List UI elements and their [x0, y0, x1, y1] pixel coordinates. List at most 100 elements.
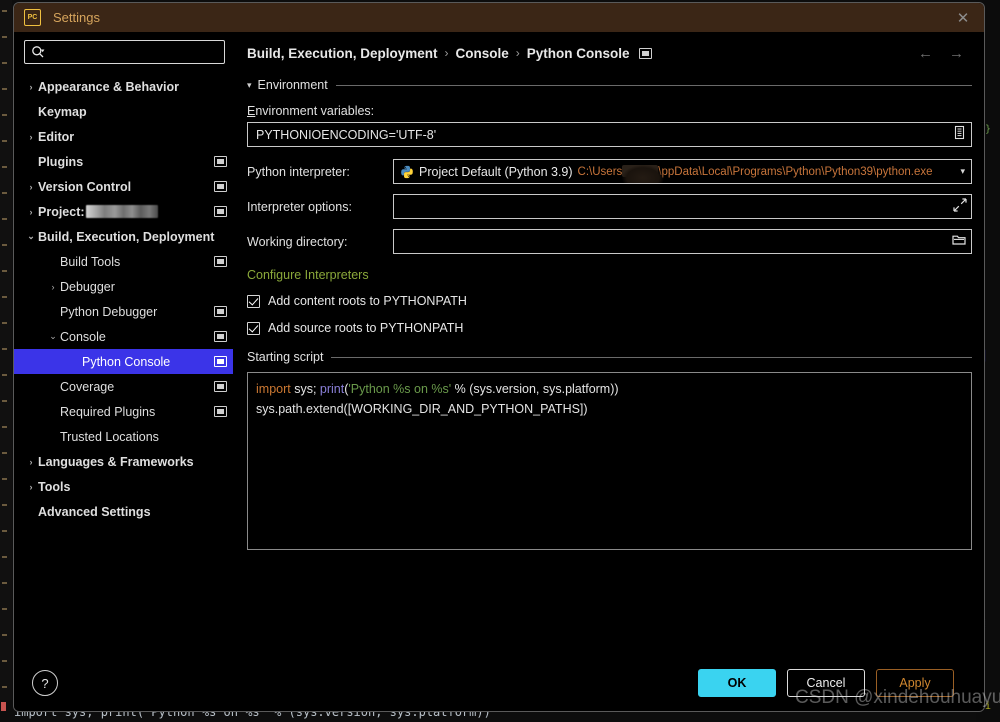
back-arrow-icon[interactable]: ← [918, 46, 933, 61]
environment-section-title: Environment [257, 78, 328, 92]
redacted-project-name [85, 205, 158, 218]
sidebar-item-plugins[interactable]: Plugins [14, 149, 233, 174]
settings-sidebar: › Appearance & Behavior Keymap › Editor Plugi… [14, 32, 233, 655]
chevron-right-icon[interactable]: › [46, 280, 60, 294]
ide-bottom-marker [0, 700, 14, 722]
code-plain: sys; [290, 382, 320, 396]
chevron-right-icon[interactable]: › [24, 180, 38, 194]
sidebar-item-label: Keymap [38, 104, 87, 119]
settings-dialog: PC Settings ✕ › Appearance & Behavior Ke… [13, 2, 985, 712]
environment-section-header[interactable]: ▾ Environment [247, 76, 972, 94]
interpreter-options-input[interactable] [393, 194, 972, 219]
chevron-down-icon[interactable]: ⌄ [24, 230, 38, 244]
forward-arrow-icon[interactable]: → [949, 46, 964, 61]
sidebar-item-label: Required Plugins [60, 404, 156, 419]
expand-icon[interactable] [953, 198, 967, 215]
list-edit-icon[interactable] [952, 125, 967, 145]
starting-script-header: Starting script [247, 348, 972, 366]
sidebar-item-console[interactable]: ⌄ Console [14, 324, 233, 349]
chevron-right-icon[interactable]: › [24, 205, 38, 219]
sidebar-item-label: Plugins [38, 154, 84, 169]
code-tail: % (sys.version, sys.platform)) [451, 382, 619, 396]
nav-arrows: ← → [918, 46, 972, 61]
sidebar-item-label: Build, Execution, Deployment [38, 229, 215, 244]
checkbox-add-content-roots-to-pythonpath[interactable]: Add content roots to PYTHONPATH [247, 294, 972, 308]
search-box[interactable] [24, 40, 225, 64]
starting-script-line-1: import sys; print('Python %s on %s' % (s… [256, 379, 963, 399]
sidebar-item-label: Build Tools [60, 254, 121, 269]
stored-in-project-icon [214, 156, 227, 167]
sidebar-item-coverage[interactable]: Coverage [14, 374, 233, 399]
breadcrumb-part-2[interactable]: Python Console [527, 46, 630, 61]
python-interpreter-label: Python interpreter: [247, 165, 393, 179]
env-vars-input[interactable]: PYTHONIOENCODING='UTF-8' [247, 122, 972, 147]
cancel-button[interactable]: Cancel [787, 669, 865, 697]
chevron-down-icon[interactable]: ⌄ [46, 330, 60, 344]
sidebar-item-version-control[interactable]: › Version Control [14, 174, 233, 199]
sidebar-item-languages-frameworks[interactable]: › Languages & Frameworks [14, 449, 233, 474]
search-input[interactable] [45, 44, 218, 60]
chevron-right-icon[interactable]: › [24, 480, 38, 494]
sidebar-item-build-execution-deployment[interactable]: ⌄ Build, Execution, Deployment [14, 224, 233, 249]
starting-script-title: Starting script [247, 350, 324, 364]
sidebar-item-build-tools[interactable]: Build Tools [14, 249, 233, 274]
apply-button[interactable]: Apply [876, 669, 954, 697]
sidebar-item-debugger[interactable]: › Debugger [14, 274, 233, 299]
sidebar-item-tools[interactable]: › Tools [14, 474, 233, 499]
breadcrumb: Build, Execution, Deployment › Console ›… [247, 42, 972, 64]
chevron-down-icon[interactable]: ▾ [954, 166, 965, 177]
stored-in-project-icon [214, 306, 227, 317]
sidebar-item-label: Python Console [82, 354, 171, 369]
sidebar-item-project[interactable]: › Project: [14, 199, 233, 224]
stored-in-project-icon [214, 381, 227, 392]
sidebar-item-appearance-behavior[interactable]: › Appearance & Behavior [14, 74, 233, 99]
checkbox-add-source-roots-to-pythonpath[interactable]: Add source roots to PYTHONPATH [247, 321, 972, 335]
python-interpreter-combo[interactable]: Project Default (Python 3.9) C:\Users \pp… [393, 159, 972, 184]
sidebar-item-label: Console [60, 329, 106, 344]
checkbox-input[interactable] [247, 294, 260, 308]
sidebar-item-python-console[interactable]: Python Console [14, 349, 233, 374]
env-vars-value: PYTHONIOENCODING='UTF-8' [256, 127, 437, 142]
chevron-right-icon[interactable]: › [24, 130, 38, 144]
breadcrumb-part-1[interactable]: Console [456, 46, 509, 61]
code-string: 'Python %s on %s' [348, 382, 452, 396]
pycharm-icon: PC [24, 9, 41, 26]
checkbox-input[interactable] [247, 321, 260, 335]
sidebar-item-required-plugins[interactable]: Required Plugins [14, 399, 233, 424]
settings-main-pane: Build, Execution, Deployment › Console ›… [233, 32, 984, 655]
sidebar-item-label: Project: [38, 204, 85, 219]
sidebar-item-label: Tools [38, 479, 71, 494]
working-directory-input[interactable] [393, 229, 972, 254]
sidebar-item-label: Advanced Settings [38, 504, 151, 519]
working-directory-row: Working directory: [247, 229, 972, 254]
starting-script-line-2: sys.path.extend([WORKING_DIR_AND_PYTHON_… [256, 402, 588, 416]
close-icon[interactable]: ✕ [948, 5, 978, 31]
interpreter-path-before: C:\Users [577, 166, 623, 178]
sidebar-item-python-debugger[interactable]: Python Debugger [14, 299, 233, 324]
sidebar-item-label: Python Debugger [60, 304, 158, 319]
collapse-triangle-icon[interactable]: ▾ [247, 80, 252, 91]
ok-button[interactable]: OK [698, 669, 776, 697]
chevron-right-icon[interactable]: › [24, 455, 38, 469]
env-vars-label-rest: nvironment variables: [255, 104, 375, 118]
sidebar-item-advanced-settings[interactable]: Advanced Settings [14, 499, 233, 524]
configure-interpreters-link[interactable]: Configure Interpreters [247, 268, 369, 282]
starting-script-editor[interactable]: import sys; print('Python %s on %s' % (s… [247, 372, 972, 550]
dialog-title: Settings [53, 10, 100, 25]
breadcrumb-part-0[interactable]: Build, Execution, Deployment [247, 46, 438, 61]
sidebar-item-editor[interactable]: › Editor [14, 124, 233, 149]
sidebar-item-keymap[interactable]: Keymap [14, 99, 233, 124]
chevron-right-icon[interactable]: › [24, 80, 38, 94]
screen: ~r~!}8≡█n~e▒!'i import sys; print('Pytho… [0, 0, 1000, 722]
code-function: print [319, 382, 345, 396]
help-button[interactable]: ? [32, 670, 58, 696]
stored-in-project-icon [214, 256, 227, 267]
interpreter-label-rest: ython interpreter: [255, 164, 350, 179]
sidebar-item-trusted-locations[interactable]: Trusted Locations [14, 424, 233, 449]
folder-icon[interactable] [952, 233, 967, 250]
dialog-footer: ? OK Cancel Apply [14, 655, 984, 711]
